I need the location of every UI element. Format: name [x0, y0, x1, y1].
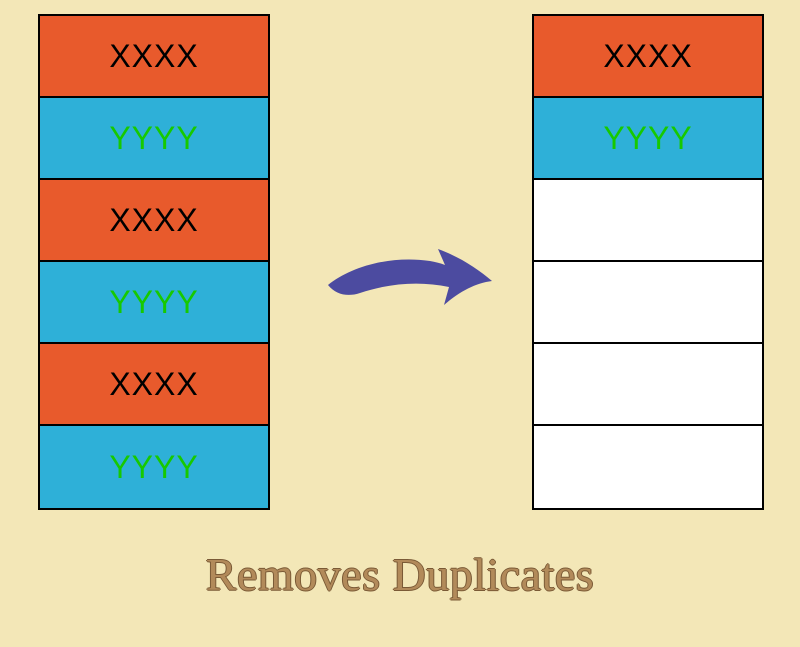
table-row — [534, 426, 762, 508]
table-row — [534, 344, 762, 426]
arrow-icon — [320, 225, 500, 315]
table-row — [534, 262, 762, 344]
cell-label: YYYY — [109, 449, 198, 486]
cell-label: YYYY — [109, 120, 198, 157]
cell-label: XXXX — [109, 202, 198, 239]
result-table: XXXX YYYY — [532, 14, 764, 510]
cell-label: XXXX — [109, 38, 198, 75]
cell-label: XXXX — [603, 38, 692, 75]
table-row — [534, 180, 762, 262]
table-row: XXXX — [40, 16, 268, 98]
cell-label: YYYY — [109, 284, 198, 321]
table-row: YYYY — [534, 98, 762, 180]
table-row: YYYY — [40, 98, 268, 180]
table-row: YYYY — [40, 426, 268, 508]
source-table: XXXX YYYY XXXX YYYY XXXX YYYY — [38, 14, 270, 510]
caption-text: Removes Duplicates — [0, 548, 800, 601]
cell-label: YYYY — [603, 120, 692, 157]
table-row: XXXX — [534, 16, 762, 98]
table-row: XXXX — [40, 344, 268, 426]
table-row: XXXX — [40, 180, 268, 262]
cell-label: XXXX — [109, 366, 198, 403]
table-row: YYYY — [40, 262, 268, 344]
